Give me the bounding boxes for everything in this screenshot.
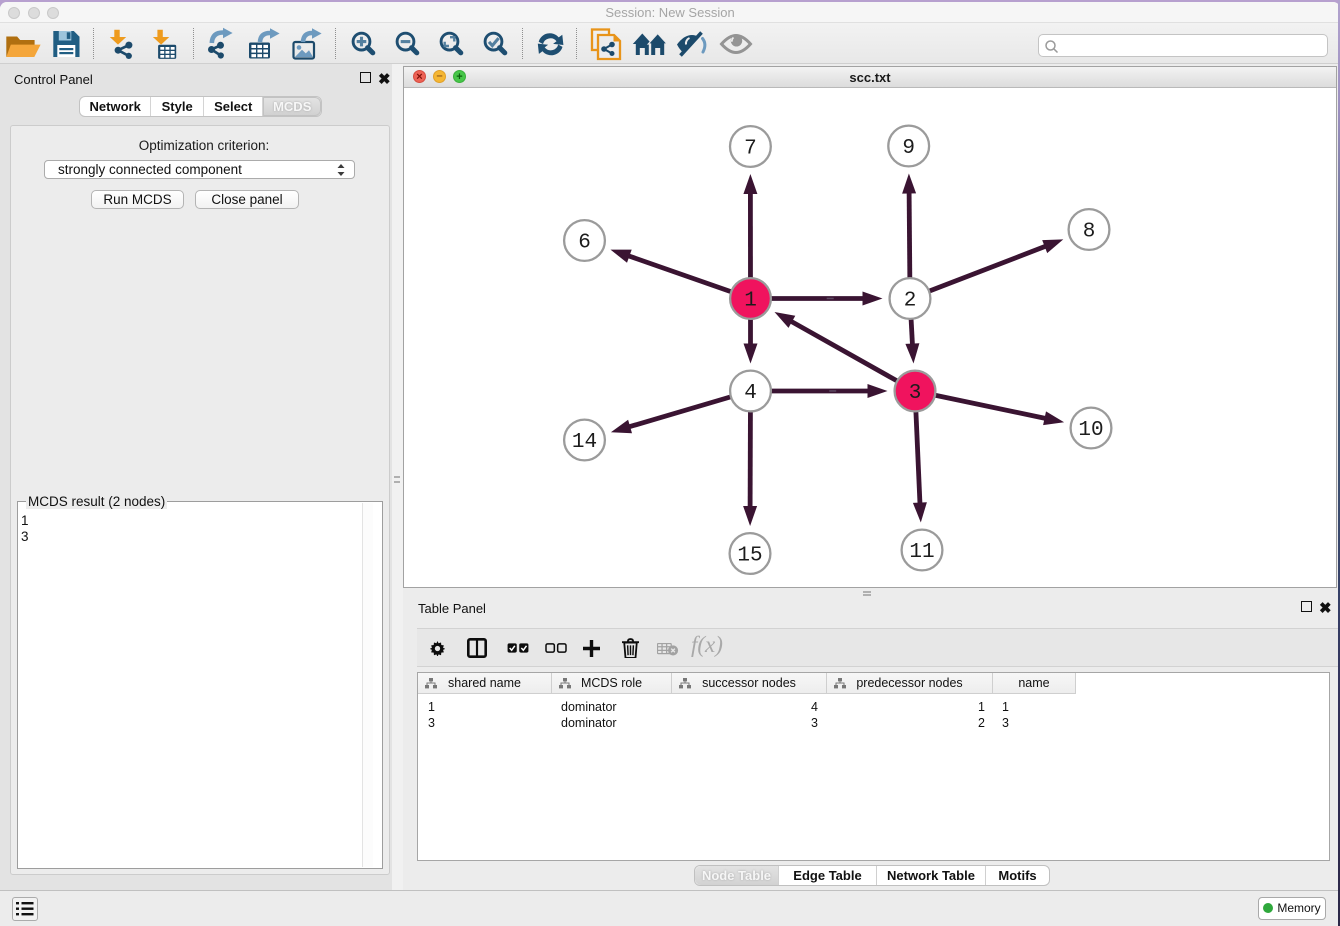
svg-text:10: 10 xyxy=(1078,419,1103,442)
svg-text:3: 3 xyxy=(909,382,922,405)
svg-text:4: 4 xyxy=(744,382,757,405)
svg-text:11: 11 xyxy=(909,541,934,564)
svg-text:9: 9 xyxy=(902,137,915,160)
svg-text:6: 6 xyxy=(578,232,591,255)
svg-text:8: 8 xyxy=(1083,221,1096,244)
svg-text:15: 15 xyxy=(737,545,762,568)
svg-text:7: 7 xyxy=(744,138,757,161)
svg-text:2: 2 xyxy=(904,290,917,313)
svg-text:1: 1 xyxy=(744,290,757,313)
svg-text:14: 14 xyxy=(572,431,597,454)
